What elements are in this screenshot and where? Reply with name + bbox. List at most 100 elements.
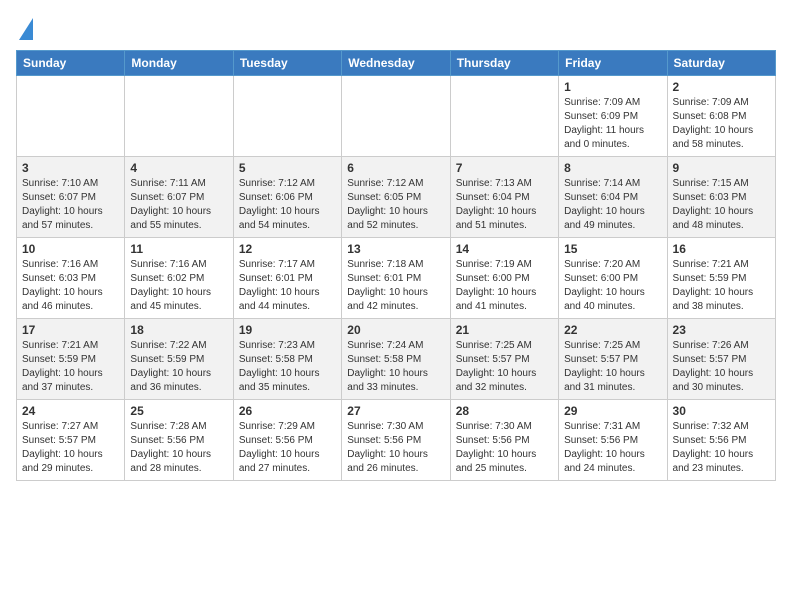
day-info: Sunrise: 7:32 AMSunset: 5:56 PMDaylight:…: [673, 421, 754, 474]
day-number: 17: [22, 323, 119, 337]
calendar-cell: 25 Sunrise: 7:28 AMSunset: 5:56 PMDaylig…: [125, 400, 233, 481]
day-number: 7: [456, 161, 553, 175]
calendar-cell: 24 Sunrise: 7:27 AMSunset: 5:57 PMDaylig…: [17, 400, 125, 481]
calendar-cell: 1 Sunrise: 7:09 AMSunset: 6:09 PMDayligh…: [559, 76, 667, 157]
day-number: 12: [239, 242, 336, 256]
day-number: 6: [347, 161, 444, 175]
calendar-cell: [125, 76, 233, 157]
page-header: [16, 16, 776, 40]
day-number: 28: [456, 404, 553, 418]
calendar-cell: 18 Sunrise: 7:22 AMSunset: 5:59 PMDaylig…: [125, 319, 233, 400]
day-info: Sunrise: 7:09 AMSunset: 6:08 PMDaylight:…: [673, 97, 754, 150]
day-number: 11: [130, 242, 227, 256]
day-info: Sunrise: 7:28 AMSunset: 5:56 PMDaylight:…: [130, 421, 211, 474]
day-number: 13: [347, 242, 444, 256]
day-info: Sunrise: 7:31 AMSunset: 5:56 PMDaylight:…: [564, 421, 645, 474]
day-info: Sunrise: 7:16 AMSunset: 6:03 PMDaylight:…: [22, 259, 103, 312]
calendar-cell: 14 Sunrise: 7:19 AMSunset: 6:00 PMDaylig…: [450, 238, 558, 319]
day-number: 5: [239, 161, 336, 175]
day-number: 14: [456, 242, 553, 256]
calendar-cell: [450, 76, 558, 157]
day-number: 2: [673, 80, 770, 94]
day-number: 22: [564, 323, 661, 337]
weekday-header: Wednesday: [342, 51, 450, 76]
day-info: Sunrise: 7:12 AMSunset: 6:06 PMDaylight:…: [239, 178, 320, 231]
day-number: 4: [130, 161, 227, 175]
calendar-week-row: 3 Sunrise: 7:10 AMSunset: 6:07 PMDayligh…: [17, 157, 776, 238]
day-number: 10: [22, 242, 119, 256]
calendar-cell: 16 Sunrise: 7:21 AMSunset: 5:59 PMDaylig…: [667, 238, 775, 319]
calendar-week-row: 17 Sunrise: 7:21 AMSunset: 5:59 PMDaylig…: [17, 319, 776, 400]
day-info: Sunrise: 7:24 AMSunset: 5:58 PMDaylight:…: [347, 340, 428, 393]
day-info: Sunrise: 7:25 AMSunset: 5:57 PMDaylight:…: [564, 340, 645, 393]
calendar-cell: 2 Sunrise: 7:09 AMSunset: 6:08 PMDayligh…: [667, 76, 775, 157]
calendar-week-row: 24 Sunrise: 7:27 AMSunset: 5:57 PMDaylig…: [17, 400, 776, 481]
day-number: 1: [564, 80, 661, 94]
day-number: 29: [564, 404, 661, 418]
day-info: Sunrise: 7:10 AMSunset: 6:07 PMDaylight:…: [22, 178, 103, 231]
calendar-cell: 26 Sunrise: 7:29 AMSunset: 5:56 PMDaylig…: [233, 400, 341, 481]
calendar-cell: 17 Sunrise: 7:21 AMSunset: 5:59 PMDaylig…: [17, 319, 125, 400]
calendar-cell: [17, 76, 125, 157]
day-number: 16: [673, 242, 770, 256]
calendar-cell: 27 Sunrise: 7:30 AMSunset: 5:56 PMDaylig…: [342, 400, 450, 481]
day-number: 27: [347, 404, 444, 418]
day-info: Sunrise: 7:30 AMSunset: 5:56 PMDaylight:…: [347, 421, 428, 474]
day-number: 3: [22, 161, 119, 175]
calendar-cell: 7 Sunrise: 7:13 AMSunset: 6:04 PMDayligh…: [450, 157, 558, 238]
weekday-header: Saturday: [667, 51, 775, 76]
weekday-header: Sunday: [17, 51, 125, 76]
calendar-cell: 22 Sunrise: 7:25 AMSunset: 5:57 PMDaylig…: [559, 319, 667, 400]
day-number: 20: [347, 323, 444, 337]
day-info: Sunrise: 7:12 AMSunset: 6:05 PMDaylight:…: [347, 178, 428, 231]
calendar-cell: 5 Sunrise: 7:12 AMSunset: 6:06 PMDayligh…: [233, 157, 341, 238]
day-info: Sunrise: 7:22 AMSunset: 5:59 PMDaylight:…: [130, 340, 211, 393]
calendar-cell: [233, 76, 341, 157]
day-number: 8: [564, 161, 661, 175]
calendar-cell: 23 Sunrise: 7:26 AMSunset: 5:57 PMDaylig…: [667, 319, 775, 400]
day-info: Sunrise: 7:25 AMSunset: 5:57 PMDaylight:…: [456, 340, 537, 393]
calendar-cell: 19 Sunrise: 7:23 AMSunset: 5:58 PMDaylig…: [233, 319, 341, 400]
calendar-cell: 15 Sunrise: 7:20 AMSunset: 6:00 PMDaylig…: [559, 238, 667, 319]
day-number: 21: [456, 323, 553, 337]
weekday-header: Friday: [559, 51, 667, 76]
day-number: 18: [130, 323, 227, 337]
day-info: Sunrise: 7:30 AMSunset: 5:56 PMDaylight:…: [456, 421, 537, 474]
day-info: Sunrise: 7:15 AMSunset: 6:03 PMDaylight:…: [673, 178, 754, 231]
day-info: Sunrise: 7:14 AMSunset: 6:04 PMDaylight:…: [564, 178, 645, 231]
weekday-header: Monday: [125, 51, 233, 76]
day-info: Sunrise: 7:18 AMSunset: 6:01 PMDaylight:…: [347, 259, 428, 312]
day-info: Sunrise: 7:21 AMSunset: 5:59 PMDaylight:…: [22, 340, 103, 393]
calendar-cell: 4 Sunrise: 7:11 AMSunset: 6:07 PMDayligh…: [125, 157, 233, 238]
calendar-cell: 30 Sunrise: 7:32 AMSunset: 5:56 PMDaylig…: [667, 400, 775, 481]
calendar-cell: 29 Sunrise: 7:31 AMSunset: 5:56 PMDaylig…: [559, 400, 667, 481]
calendar-cell: 9 Sunrise: 7:15 AMSunset: 6:03 PMDayligh…: [667, 157, 775, 238]
calendar-cell: 20 Sunrise: 7:24 AMSunset: 5:58 PMDaylig…: [342, 319, 450, 400]
logo: [16, 16, 33, 40]
calendar-cell: [342, 76, 450, 157]
day-number: 30: [673, 404, 770, 418]
day-number: 19: [239, 323, 336, 337]
calendar-header-row: SundayMondayTuesdayWednesdayThursdayFrid…: [17, 51, 776, 76]
day-info: Sunrise: 7:11 AMSunset: 6:07 PMDaylight:…: [130, 178, 211, 231]
calendar-cell: 11 Sunrise: 7:16 AMSunset: 6:02 PMDaylig…: [125, 238, 233, 319]
calendar-cell: 21 Sunrise: 7:25 AMSunset: 5:57 PMDaylig…: [450, 319, 558, 400]
calendar-cell: 10 Sunrise: 7:16 AMSunset: 6:03 PMDaylig…: [17, 238, 125, 319]
logo-arrow-icon: [19, 18, 33, 40]
day-number: 9: [673, 161, 770, 175]
day-number: 23: [673, 323, 770, 337]
weekday-header: Thursday: [450, 51, 558, 76]
day-info: Sunrise: 7:09 AMSunset: 6:09 PMDaylight:…: [564, 97, 644, 150]
day-info: Sunrise: 7:29 AMSunset: 5:56 PMDaylight:…: [239, 421, 320, 474]
day-number: 26: [239, 404, 336, 418]
day-number: 15: [564, 242, 661, 256]
weekday-header: Tuesday: [233, 51, 341, 76]
day-info: Sunrise: 7:23 AMSunset: 5:58 PMDaylight:…: [239, 340, 320, 393]
calendar-table: SundayMondayTuesdayWednesdayThursdayFrid…: [16, 50, 776, 481]
calendar-cell: 8 Sunrise: 7:14 AMSunset: 6:04 PMDayligh…: [559, 157, 667, 238]
calendar-cell: 6 Sunrise: 7:12 AMSunset: 6:05 PMDayligh…: [342, 157, 450, 238]
calendar-week-row: 1 Sunrise: 7:09 AMSunset: 6:09 PMDayligh…: [17, 76, 776, 157]
day-info: Sunrise: 7:27 AMSunset: 5:57 PMDaylight:…: [22, 421, 103, 474]
calendar-cell: 28 Sunrise: 7:30 AMSunset: 5:56 PMDaylig…: [450, 400, 558, 481]
calendar-week-row: 10 Sunrise: 7:16 AMSunset: 6:03 PMDaylig…: [17, 238, 776, 319]
